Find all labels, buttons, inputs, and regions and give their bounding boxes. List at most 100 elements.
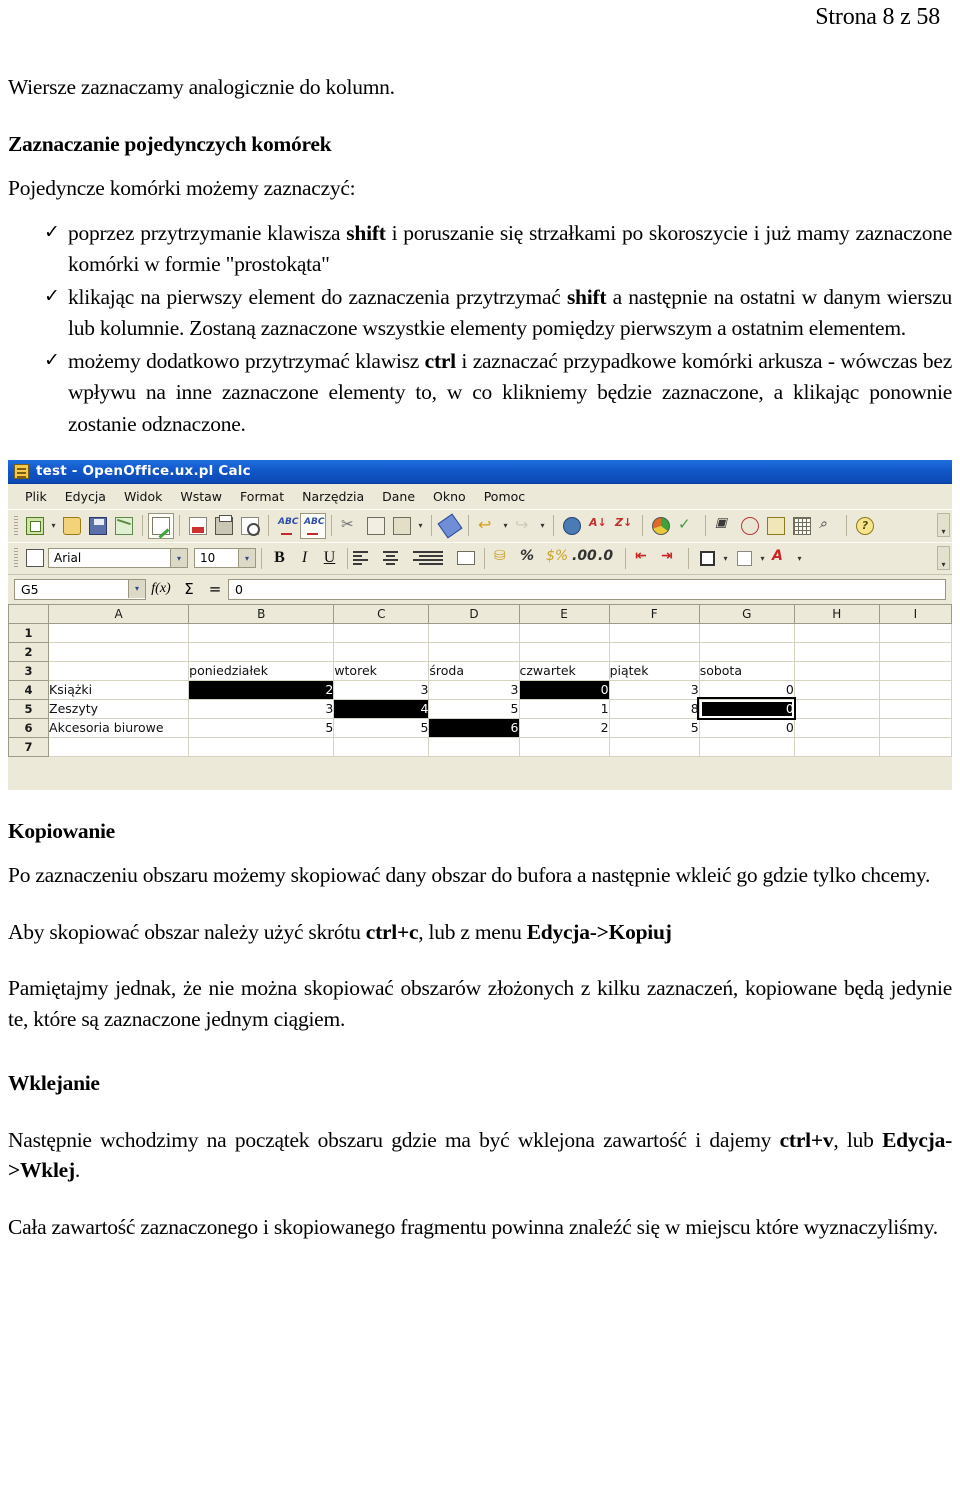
formula-equals-icon[interactable]: = xyxy=(202,579,228,600)
cell-B6[interactable]: 5 xyxy=(188,718,335,738)
cell-D5[interactable]: 5 xyxy=(428,699,520,719)
email-icon[interactable] xyxy=(111,513,137,539)
print-preview-icon[interactable] xyxy=(237,513,263,539)
bold-icon[interactable]: B xyxy=(267,546,292,571)
menu-item-plik[interactable]: Plik xyxy=(16,487,56,506)
cell-F1[interactable] xyxy=(609,623,700,643)
toolbar-grip[interactable] xyxy=(14,515,18,536)
cell-I4[interactable] xyxy=(879,680,952,700)
column-header-d[interactable]: D xyxy=(428,603,520,624)
cell-E7[interactable] xyxy=(519,737,610,757)
autospellcheck-icon[interactable]: ABC xyxy=(300,512,326,539)
increase-indent-icon[interactable]: ⇥ xyxy=(657,545,683,571)
cell-C2[interactable] xyxy=(333,642,430,662)
menu-item-widok[interactable]: Widok xyxy=(115,487,171,506)
sort-ascending-icon[interactable]: A↓ xyxy=(585,513,611,539)
cell-D7[interactable] xyxy=(428,737,520,757)
menu-item-wstaw[interactable]: Wstaw xyxy=(171,487,231,506)
save-icon[interactable] xyxy=(85,513,111,539)
cell-I6[interactable] xyxy=(879,718,952,738)
toolbar-grip[interactable] xyxy=(14,548,18,569)
cell-C3[interactable]: wtorek xyxy=(333,661,430,681)
export-pdf-icon[interactable] xyxy=(185,513,211,539)
open-icon[interactable] xyxy=(59,513,85,539)
cell-G5[interactable]: 0 xyxy=(697,697,797,721)
cell-G2[interactable] xyxy=(699,642,795,662)
hyperlink-icon[interactable] xyxy=(559,513,585,539)
align-left-icon[interactable] xyxy=(353,546,378,571)
column-header-c[interactable]: C xyxy=(333,603,430,624)
italic-icon[interactable]: I xyxy=(292,546,317,571)
cell-D4[interactable]: 3 xyxy=(428,680,520,700)
cell-H2[interactable] xyxy=(794,642,880,662)
cell-G1[interactable] xyxy=(699,623,795,643)
show-draw-functions-icon[interactable]: ✓ xyxy=(674,513,700,539)
new-icon[interactable] xyxy=(22,513,48,539)
menu-item-format[interactable]: Format xyxy=(231,487,293,506)
percent-format-icon[interactable]: % xyxy=(516,545,542,571)
font-color-dropdown-icon[interactable]: ▾ xyxy=(794,545,805,571)
toolbar-overflow-icon[interactable]: ▾ xyxy=(937,545,950,570)
cell-A6[interactable]: Akcesoria biurowe xyxy=(48,718,190,738)
cut-icon[interactable]: ✂ xyxy=(337,513,363,539)
paste-dropdown-icon[interactable]: ▾ xyxy=(415,513,426,539)
row-header-7[interactable]: 7 xyxy=(8,736,50,757)
cell-C1[interactable] xyxy=(333,623,430,643)
clone-formatting-icon[interactable] xyxy=(437,513,463,539)
cell-D6[interactable]: 6 xyxy=(428,718,520,738)
borders-dropdown-icon[interactable]: ▾ xyxy=(720,545,731,571)
copy-icon[interactable] xyxy=(363,513,389,539)
cell-G6[interactable]: 0 xyxy=(699,718,795,738)
column-header-b[interactable]: B xyxy=(188,603,335,624)
cell-E4[interactable]: 0 xyxy=(519,680,610,700)
cell-D1[interactable] xyxy=(428,623,520,643)
font-name-box[interactable]: Arial ▾ xyxy=(48,548,188,569)
align-center-icon[interactable] xyxy=(378,546,403,571)
cell-D2[interactable] xyxy=(428,642,520,662)
menu-item-pomoc[interactable]: Pomoc xyxy=(475,487,534,506)
cell-F7[interactable] xyxy=(609,737,700,757)
cell-H5[interactable] xyxy=(794,699,880,719)
cell-F4[interactable]: 3 xyxy=(609,680,700,700)
spellcheck-icon[interactable]: ABC xyxy=(274,513,300,539)
new-dropdown-icon[interactable]: ▾ xyxy=(48,513,59,539)
cell-H7[interactable] xyxy=(794,737,880,757)
align-right-icon[interactable] xyxy=(403,546,428,571)
row-header-2[interactable]: 2 xyxy=(8,641,50,662)
merge-cells-icon[interactable] xyxy=(453,545,479,571)
row-header-1[interactable]: 1 xyxy=(8,622,50,643)
font-size-box[interactable]: 10 ▾ xyxy=(194,548,256,569)
delete-decimal-icon[interactable]: .0 xyxy=(594,545,620,571)
standard-format-icon[interactable]: $% xyxy=(542,545,568,571)
menu-item-narzedzia[interactable]: Narzędzia xyxy=(293,487,373,506)
select-all-corner[interactable] xyxy=(8,603,50,624)
chevron-down-icon[interactable]: ▾ xyxy=(238,549,255,568)
cell-C4[interactable]: 3 xyxy=(333,680,430,700)
cell-B5[interactable]: 3 xyxy=(188,699,335,719)
cell-A4[interactable]: Książki xyxy=(48,680,190,700)
cell-H6[interactable] xyxy=(794,718,880,738)
menu-item-edycja[interactable]: Edycja xyxy=(56,487,115,506)
row-header-3[interactable]: 3 xyxy=(8,660,50,681)
sum-icon[interactable]: Σ xyxy=(176,579,202,600)
undo-icon[interactable]: ↩ xyxy=(474,513,500,539)
cell-I5[interactable] xyxy=(879,699,952,719)
column-header-g[interactable]: G xyxy=(698,603,795,624)
cell-B3[interactable]: poniedziałek xyxy=(188,661,335,681)
cell-I3[interactable] xyxy=(879,661,952,681)
cell-I1[interactable] xyxy=(879,623,952,643)
currency-format-icon[interactable]: ⛁ xyxy=(490,545,516,571)
chevron-down-icon[interactable]: ▾ xyxy=(170,549,187,568)
function-wizard-icon[interactable]: f(x) xyxy=(146,579,176,600)
cell-H3[interactable] xyxy=(794,661,880,681)
cell-G7[interactable] xyxy=(699,737,795,757)
font-color-icon[interactable]: A xyxy=(768,545,794,571)
paste-icon[interactable] xyxy=(389,513,415,539)
cell-C5[interactable]: 4 xyxy=(333,699,430,719)
row-header-6[interactable]: 6 xyxy=(8,717,50,738)
column-header-a[interactable]: A xyxy=(48,603,190,624)
cell-C7[interactable] xyxy=(333,737,430,757)
cell-E1[interactable] xyxy=(519,623,610,643)
cell-A3[interactable] xyxy=(48,661,190,681)
row-header-4[interactable]: 4 xyxy=(8,679,50,700)
